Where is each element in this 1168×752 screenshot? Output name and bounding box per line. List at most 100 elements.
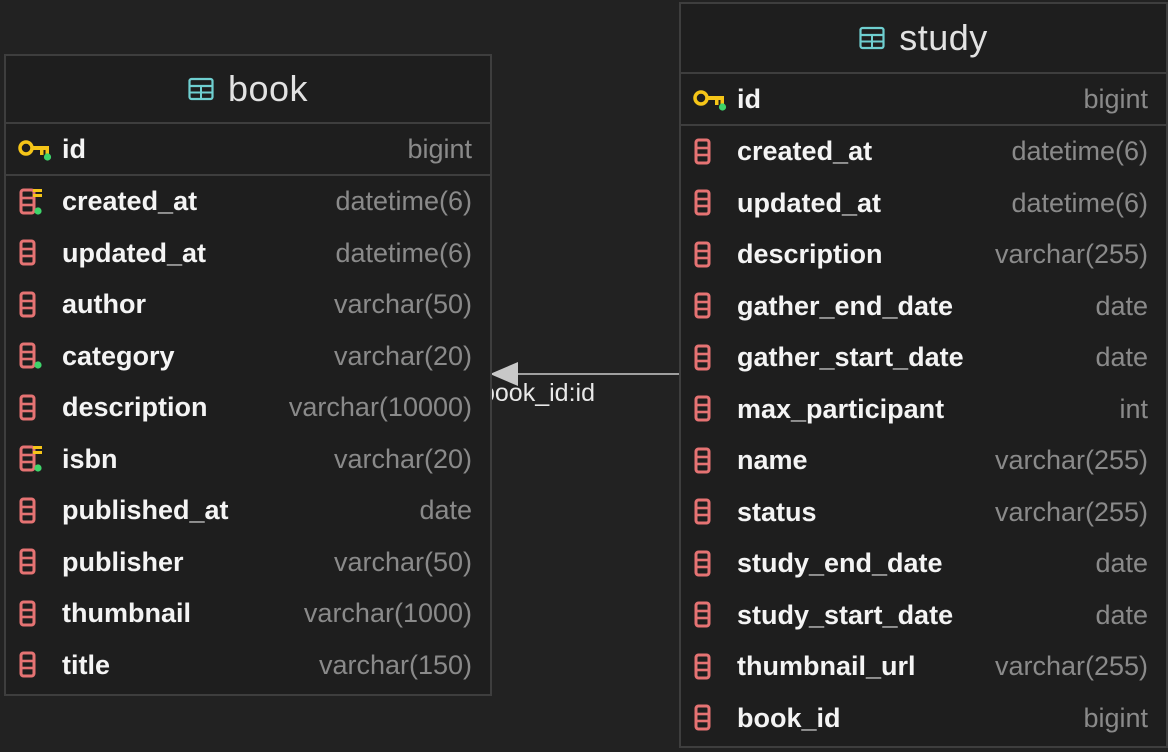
column-row-gather-start-date[interactable]: gather_start_date date bbox=[681, 332, 1166, 384]
column-type: varchar(255) bbox=[994, 445, 1148, 476]
column-type: varchar(255) bbox=[994, 496, 1148, 527]
column-icon bbox=[18, 599, 54, 629]
column-type: date bbox=[419, 495, 472, 526]
column-row-description[interactable]: description varchar(255) bbox=[681, 229, 1166, 281]
column-row-created-at[interactable]: created_at datetime(6) bbox=[6, 176, 490, 228]
column-name: publisher bbox=[62, 546, 184, 577]
column-type: datetime(6) bbox=[335, 186, 472, 217]
column-name: status bbox=[737, 496, 817, 527]
table-header[interactable]: study bbox=[681, 4, 1166, 74]
column-row-updated-at[interactable]: updated_at datetime(6) bbox=[6, 228, 490, 280]
column-icon bbox=[693, 549, 729, 579]
column-type: varchar(50) bbox=[333, 546, 472, 577]
column-icon bbox=[693, 240, 729, 270]
column-row-study-end-date[interactable]: study_end_date date bbox=[681, 538, 1166, 590]
index-column-icon bbox=[18, 444, 54, 474]
column-name: study_start_date bbox=[737, 599, 954, 630]
column-row-thumbnail-url[interactable]: thumbnail_url varchar(255) bbox=[681, 641, 1166, 693]
column-row-study-start-date[interactable]: study_start_date date bbox=[681, 590, 1166, 642]
column-row-status[interactable]: status varchar(255) bbox=[681, 487, 1166, 539]
column-name: id bbox=[62, 133, 86, 164]
column-icon bbox=[693, 291, 729, 321]
column-icon bbox=[693, 343, 729, 373]
column-row-title[interactable]: title varchar(150) bbox=[6, 640, 490, 692]
column-type: varchar(1000) bbox=[303, 598, 472, 629]
column-name: book_id bbox=[737, 702, 841, 733]
column-type: datetime(6) bbox=[1011, 187, 1148, 218]
column-type: bigint bbox=[407, 133, 472, 164]
column-type: varchar(50) bbox=[333, 289, 472, 320]
column-type: date bbox=[1095, 342, 1148, 373]
column-name: isbn bbox=[62, 443, 118, 474]
column-type: datetime(6) bbox=[335, 237, 472, 268]
column-row-updated-at[interactable]: updated_at datetime(6) bbox=[681, 178, 1166, 230]
column-type: bigint bbox=[1083, 83, 1148, 114]
column-name: created_at bbox=[737, 136, 873, 167]
column-list: created_at datetime(6) updated_at datetime(… bbox=[6, 176, 490, 691]
table-study[interactable]: study id bigint created_at datetime(6) upd… bbox=[679, 2, 1168, 748]
column-name: thumbnail bbox=[62, 598, 191, 629]
column-icon bbox=[693, 394, 729, 424]
table-header[interactable]: book bbox=[6, 56, 490, 124]
column-name: max_participant bbox=[737, 393, 945, 424]
table-icon bbox=[859, 25, 885, 51]
column-list: created_at datetime(6) updated_at datetime(… bbox=[681, 126, 1166, 744]
column-row-thumbnail[interactable]: thumbnail varchar(1000) bbox=[6, 588, 490, 640]
column-name: description bbox=[737, 239, 883, 270]
column-row-isbn[interactable]: isbn varchar(20) bbox=[6, 434, 490, 486]
primary-key-row[interactable]: id bigint bbox=[681, 74, 1166, 126]
column-row-published-at[interactable]: published_at date bbox=[6, 485, 490, 537]
column-icon bbox=[18, 393, 54, 423]
table-title: book bbox=[227, 68, 309, 109]
column-type: varchar(255) bbox=[994, 239, 1148, 270]
table-icon bbox=[188, 76, 214, 102]
table-title: study bbox=[899, 17, 988, 58]
column-type: int bbox=[1119, 393, 1148, 424]
column-name: author bbox=[62, 289, 146, 320]
column-row-name[interactable]: name varchar(255) bbox=[681, 435, 1166, 487]
column-type: varchar(20) bbox=[333, 443, 472, 474]
column-type: varchar(255) bbox=[994, 651, 1148, 682]
column-type: datetime(6) bbox=[1011, 136, 1148, 167]
column-row-author[interactable]: author varchar(50) bbox=[6, 279, 490, 331]
column-type: date bbox=[1095, 599, 1148, 630]
column-name: description bbox=[62, 392, 208, 423]
key-icon bbox=[693, 84, 729, 114]
index-column-icon bbox=[18, 187, 54, 217]
not-null-column-icon bbox=[18, 341, 54, 371]
column-name: published_at bbox=[62, 495, 229, 526]
column-icon bbox=[693, 497, 729, 527]
column-name: updated_at bbox=[62, 237, 207, 268]
column-row-gather-end-date[interactable]: gather_end_date date bbox=[681, 281, 1166, 333]
column-name: category bbox=[62, 340, 175, 371]
column-icon bbox=[18, 238, 54, 268]
column-name: title bbox=[62, 649, 111, 680]
column-row-publisher[interactable]: publisher varchar(50) bbox=[6, 537, 490, 589]
column-name: study_end_date bbox=[737, 548, 943, 579]
column-row-book-id[interactable]: book_id bigint bbox=[681, 693, 1166, 745]
column-icon bbox=[693, 652, 729, 682]
column-icon bbox=[693, 137, 729, 167]
relation-label[interactable]: book_id:id bbox=[481, 379, 595, 408]
column-name: created_at bbox=[62, 186, 198, 217]
column-row-description[interactable]: description varchar(10000) bbox=[6, 382, 490, 434]
column-type: date bbox=[1095, 548, 1148, 579]
column-name: id bbox=[737, 83, 761, 114]
column-name: gather_start_date bbox=[737, 342, 964, 373]
column-row-category[interactable]: category varchar(20) bbox=[6, 331, 490, 383]
column-name: name bbox=[737, 445, 808, 476]
table-book[interactable]: book id bigint created_at datetime(6) upda… bbox=[4, 54, 492, 696]
column-icon bbox=[693, 446, 729, 476]
column-row-created-at[interactable]: created_at datetime(6) bbox=[681, 126, 1166, 178]
column-name: thumbnail_url bbox=[737, 651, 916, 682]
primary-key-row[interactable]: id bigint bbox=[6, 124, 490, 176]
column-type: varchar(150) bbox=[318, 649, 472, 680]
column-row-max-participant[interactable]: max_participant int bbox=[681, 384, 1166, 436]
column-icon bbox=[18, 496, 54, 526]
column-icon bbox=[18, 650, 54, 680]
er-diagram-canvas: book_id:id book id bigint created_at date… bbox=[0, 0, 1168, 752]
column-icon bbox=[693, 600, 729, 630]
column-icon bbox=[693, 188, 729, 218]
column-name: updated_at bbox=[737, 187, 882, 218]
column-name: gather_end_date bbox=[737, 290, 954, 321]
